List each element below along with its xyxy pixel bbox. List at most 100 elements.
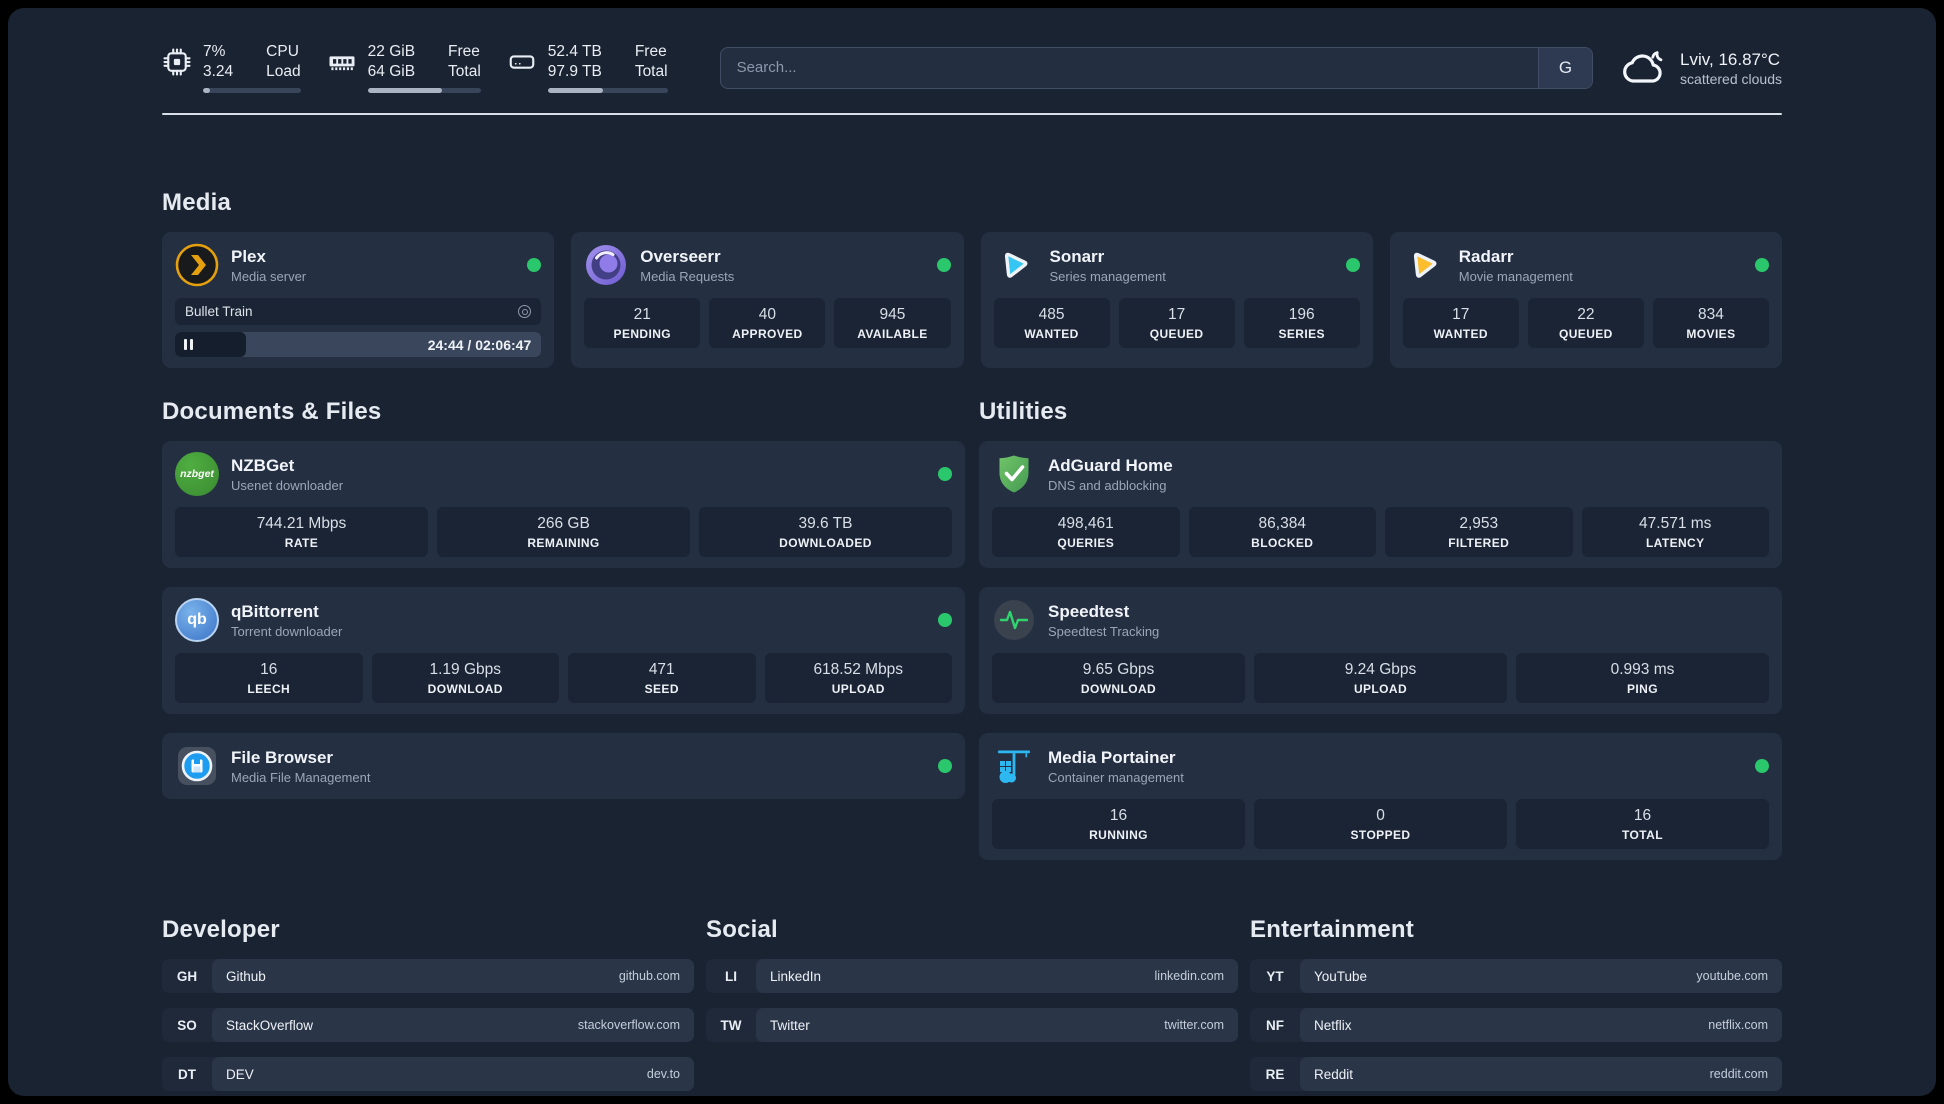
stat-pending: 21 PENDING	[584, 298, 701, 349]
app-card-adguard[interactable]: AdGuard Home DNS and adblocking 498,461 Q…	[979, 441, 1782, 569]
stat-total: 16 TOTAL	[1516, 799, 1769, 850]
documents-column: Documents & Files nzbget NZBGet Usenet d…	[162, 398, 965, 800]
dashboard: 7% 3.24 CPU Load 22 GiB 64 GiB Free Tota…	[8, 8, 1936, 1096]
stat-queued: 17 QUEUED	[1118, 298, 1235, 349]
stat-queries: 498,461 QUERIES	[992, 507, 1180, 558]
now-playing-row: Bullet Train	[175, 298, 542, 326]
gear-icon[interactable]	[518, 305, 532, 319]
bookmark-domain: netflix.com	[1708, 1018, 1768, 1033]
status-dot	[527, 258, 542, 273]
app-name: File Browser	[231, 747, 334, 767]
stat-approved: 40 APPROVED	[709, 298, 826, 349]
app-name: Radarr	[1458, 246, 1514, 266]
cloud-icon	[1623, 50, 1663, 83]
disk-stat-widget: 52.4 TB 97.9 TB Free Total	[507, 42, 668, 94]
adguard-icon	[999, 455, 1029, 493]
cpu-usage-label: CPU	[266, 43, 299, 60]
bookmark-name: StackOverflow	[226, 1017, 314, 1033]
memory-free-label: Free	[448, 43, 480, 60]
stat-latency: 47.571 ms LATENCY	[1581, 507, 1769, 558]
status-dot	[938, 759, 952, 774]
stat-remaining: 266 GB REMAINING	[437, 507, 690, 558]
memory-total-value: 64 GiB	[367, 63, 416, 81]
radarr-icon	[1413, 253, 1437, 279]
disk-icon	[509, 55, 535, 69]
bookmark-abbr: SO	[177, 1017, 197, 1033]
app-subtitle: Torrent downloader	[231, 623, 343, 639]
now-playing-title: Bullet Train	[185, 304, 253, 320]
status-dot	[938, 613, 952, 628]
bookmark-youtube[interactable]: YT YouTube youtube.com	[1250, 959, 1782, 994]
bookmark-group-entertainment: Entertainment YT YouTube youtube.com NF N…	[1250, 916, 1782, 1092]
playback-progress-bar[interactable]: 24:44 / 02:06:47	[175, 332, 542, 358]
bookmark-reddit[interactable]: RE Reddit reddit.com	[1250, 1057, 1782, 1092]
memory-icon	[329, 56, 355, 71]
memory-progress-bar	[367, 88, 481, 94]
app-name: Sonarr	[1049, 246, 1105, 266]
stat-download: 1.19 Gbps DOWNLOAD	[371, 653, 559, 704]
sonarr-icon	[1004, 253, 1027, 279]
bookmark-github[interactable]: GH Github github.com	[162, 959, 694, 994]
portainer-icon	[998, 750, 1030, 784]
stat-seed: 471 SEED	[568, 653, 756, 704]
app-name: qBittorrent	[231, 601, 319, 621]
app-card-portainer[interactable]: Media Portainer Container management 16 R…	[979, 733, 1782, 861]
cpu-load-label: Load	[266, 63, 301, 81]
bookmark-netflix[interactable]: NF Netflix netflix.com	[1250, 1008, 1782, 1043]
stat-ping: 0.993 ms PING	[1516, 653, 1769, 704]
stat-rate: 744.21 Mbps RATE	[175, 507, 428, 558]
status-dot	[936, 258, 951, 273]
header-divider	[162, 113, 1782, 116]
app-card-speedtest[interactable]: Speedtest Speedtest Tracking 9.65 Gbps DO…	[979, 587, 1782, 715]
bookmark-name: DEV	[226, 1066, 254, 1082]
weather-location-temp: Lviv, 16.87°C	[1680, 49, 1781, 69]
bookmark-group-social: Social LI LinkedIn linkedin.com TW Twitte…	[706, 916, 1238, 1043]
section-title-documents: Documents & Files	[162, 398, 382, 426]
stat-downloaded: 39.6 TB DOWNLOADED	[699, 507, 952, 558]
bookmark-linkedin[interactable]: LI LinkedIn linkedin.com	[706, 959, 1238, 994]
bookmark-stackoverflow[interactable]: SO StackOverflow stackoverflow.com	[162, 1008, 694, 1043]
top-bar: 7% 3.24 CPU Load 22 GiB 64 GiB Free Tota…	[162, 42, 1782, 94]
app-card-radarr[interactable]: Radarr Movie management 17 WANTED 22 QUEUE…	[1389, 232, 1782, 369]
search-input[interactable]	[720, 47, 1539, 88]
stat-upload: 618.52 Mbps UPLOAD	[764, 653, 952, 704]
media-grid: Plex Media server Bullet Train 24:44 / 0…	[162, 232, 1782, 369]
memory-free-value: 22 GiB	[367, 43, 416, 60]
bookmark-name: YouTube	[1314, 968, 1368, 984]
qbittorrent-icon: qb	[175, 598, 219, 643]
app-subtitle: Media Requests	[640, 268, 735, 284]
stat-download: 9.65 Gbps DOWNLOAD	[992, 653, 1245, 704]
app-subtitle: Speedtest Tracking	[1048, 623, 1160, 639]
bookmark-abbr: DT	[178, 1066, 196, 1082]
stat-movies: 834 MOVIES	[1652, 298, 1769, 349]
pause-button[interactable]	[184, 339, 193, 351]
app-card-qbittorrent[interactable]: qb qBittorrent Torrent downloader 16 LEEC…	[162, 587, 965, 715]
app-card-overseerr[interactable]: Overseerr Media Requests 21 PENDING 40 APP…	[571, 232, 964, 369]
bookmark-domain: linkedin.com	[1154, 969, 1224, 984]
bookmark-domain: youtube.com	[1696, 969, 1768, 984]
bookmark-twitter[interactable]: TW Twitter twitter.com	[706, 1008, 1238, 1043]
stat-wanted: 485 WANTED	[993, 298, 1110, 349]
app-card-nzbget[interactable]: nzbget NZBGet Usenet downloader 744.21 M…	[162, 441, 965, 569]
bookmark-name: Github	[226, 968, 266, 984]
app-name: Overseerr	[640, 246, 721, 266]
status-dot	[938, 467, 952, 482]
app-card-filebrowser[interactable]: File Browser Media File Management	[162, 733, 965, 800]
bookmark-name: Reddit	[1314, 1066, 1354, 1082]
stat-stopped: 0 STOPPED	[1254, 799, 1507, 850]
bookmark-domain: dev.to	[646, 1067, 680, 1082]
filebrowser-icon	[178, 747, 216, 786]
app-card-plex[interactable]: Plex Media server Bullet Train 24:44 / 0…	[162, 232, 555, 369]
speedtest-icon	[994, 600, 1034, 641]
app-card-sonarr[interactable]: Sonarr Series management 485 WANTED 17 QUE…	[980, 232, 1373, 369]
status-dot	[1755, 759, 1769, 774]
stat-filtered: 2,953 FILTERED	[1385, 507, 1573, 558]
app-subtitle: Movie management	[1458, 268, 1573, 284]
app-subtitle: Container management	[1048, 769, 1184, 785]
disk-free-label: Free	[634, 43, 667, 60]
app-name: Speedtest	[1048, 601, 1130, 621]
bookmark-name: Netflix	[1314, 1017, 1352, 1033]
search-engine-button[interactable]: G	[1538, 47, 1593, 88]
cpu-progress-bar	[203, 88, 301, 94]
bookmark-dev[interactable]: DT DEV dev.to	[162, 1057, 694, 1092]
